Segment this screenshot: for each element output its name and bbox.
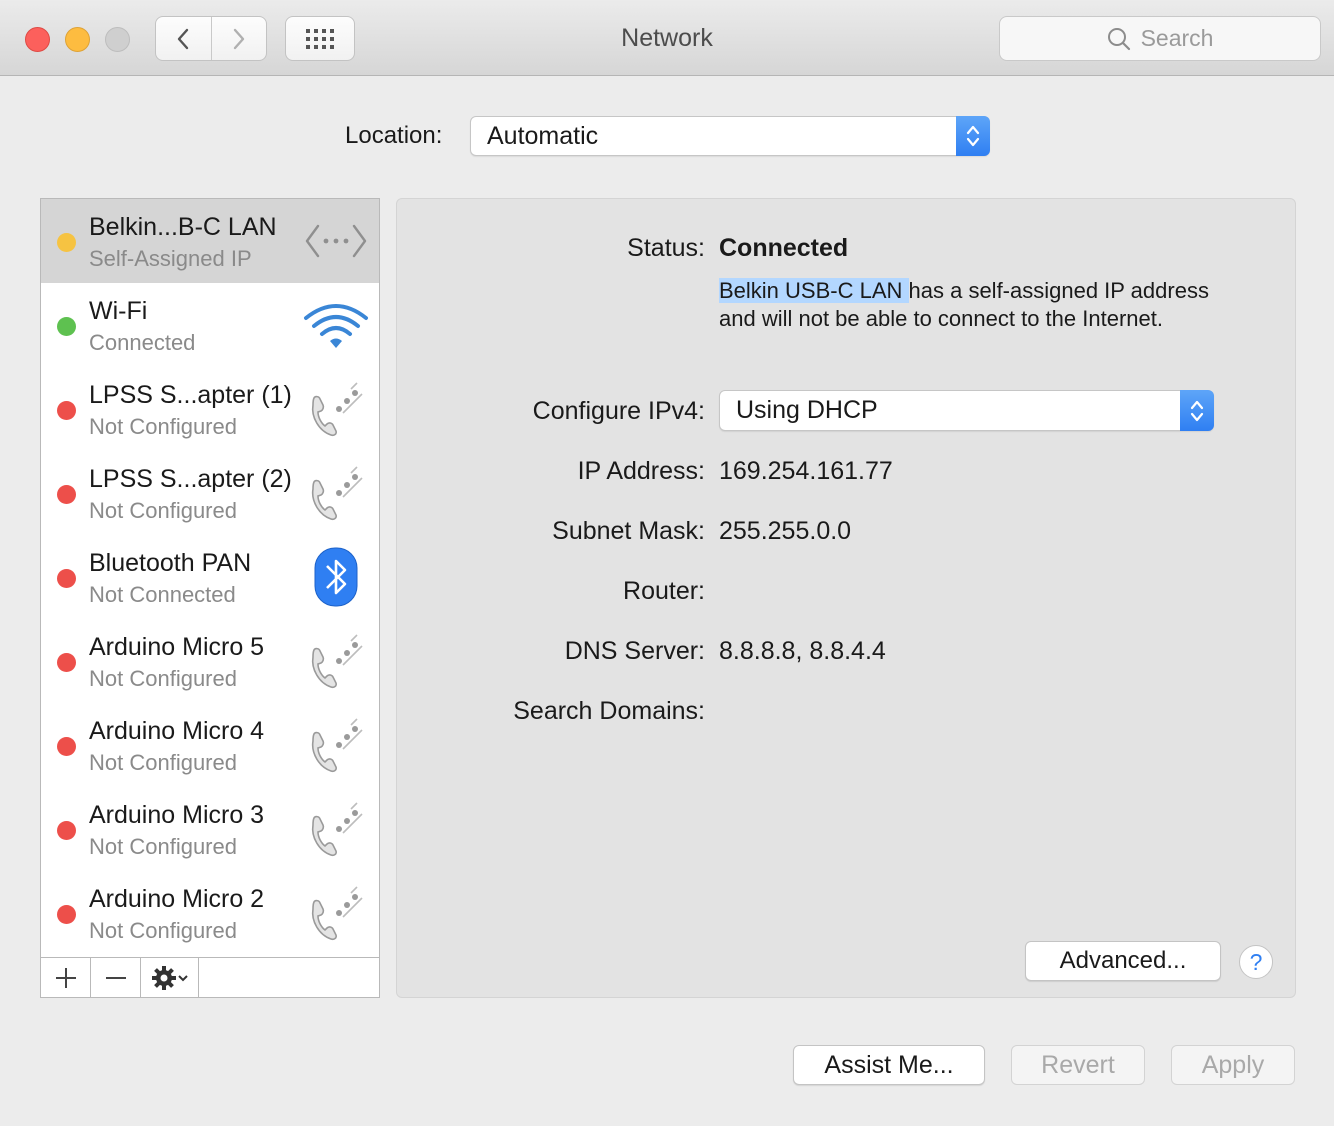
apply-button[interactable]: Apply: [1171, 1045, 1295, 1085]
location-stepper: [956, 116, 990, 156]
phone-icon: [303, 883, 369, 943]
phone-icon: [303, 715, 369, 775]
service-status: Not Configured: [89, 498, 237, 523]
remove-service-button[interactable]: [91, 958, 141, 997]
location-label: Location:: [345, 122, 443, 149]
configure-ipv4-stepper: [1180, 390, 1214, 431]
service-list-toolbar: [41, 957, 379, 997]
chevron-down-icon: [177, 974, 188, 981]
wifi-icon: [303, 295, 369, 355]
service-status: Self-Assigned IP: [89, 246, 252, 271]
service-item[interactable]: Arduino Micro 4 Not Configured: [41, 703, 379, 787]
up-down-arrows-icon: [966, 125, 980, 147]
service-item[interactable]: Belkin...B-C LAN Self-Assigned IP: [41, 199, 379, 283]
service-item[interactable]: Arduino Micro 2 Not Configured: [41, 871, 379, 955]
subnet-mask-value: 255.255.0.0: [719, 517, 852, 545]
search-icon: [1107, 27, 1130, 50]
minus-icon: [105, 976, 126, 979]
status-dot: [57, 653, 76, 672]
service-name: Bluetooth PAN: [89, 549, 252, 577]
service-status: Not Configured: [89, 414, 237, 439]
assist-me-button[interactable]: Assist Me...: [793, 1045, 985, 1085]
status-label: Status:: [627, 234, 705, 262]
service-status: Not Configured: [89, 666, 237, 691]
service-name: LPSS S...apter (2): [89, 465, 292, 493]
phone-icon: [303, 379, 369, 439]
ip-address-value: 169.254.161.77: [719, 457, 893, 485]
status-dot: [57, 821, 76, 840]
status-description: Belkin USB-C LAN has a self-assigned IP …: [719, 277, 1219, 333]
service-status: Not Configured: [89, 918, 237, 943]
status-dot: [57, 401, 76, 420]
location-select[interactable]: Automatic: [470, 116, 990, 156]
service-list: Belkin...B-C LAN Self-Assigned IP Wi-Fi Con…: [40, 198, 380, 998]
service-item[interactable]: Bluetooth PAN Not Connected: [41, 535, 379, 619]
detail-panel: Status: Connected Belkin USB-C LAN has a…: [396, 198, 1296, 998]
configure-ipv4-select[interactable]: Using DHCP: [719, 390, 1214, 431]
service-name: Arduino Micro 3: [89, 801, 265, 829]
subnet-mask-label: Subnet Mask:: [552, 517, 705, 545]
phone-icon: [303, 463, 369, 523]
service-name: Wi-Fi: [89, 297, 148, 325]
phone-icon: [303, 799, 369, 859]
action-menu-button[interactable]: [141, 958, 199, 997]
ip-address-label: IP Address:: [577, 457, 705, 485]
search-placeholder: Search: [1140, 25, 1214, 51]
status-value: Connected: [719, 234, 849, 262]
location-value: Automatic: [487, 121, 599, 150]
gear-icon: [151, 965, 176, 990]
configure-ipv4-label: Configure IPv4:: [532, 397, 705, 425]
configure-ipv4-value: Using DHCP: [736, 396, 878, 424]
service-item[interactable]: Wi-Fi Connected: [41, 283, 379, 367]
service-status: Not Configured: [89, 750, 237, 775]
service-name: Arduino Micro 4: [89, 717, 265, 745]
revert-button[interactable]: Revert: [1011, 1045, 1145, 1085]
help-button[interactable]: ?: [1239, 945, 1273, 979]
bluetooth-icon: [303, 547, 369, 607]
service-item[interactable]: Arduino Micro 5 Not Configured: [41, 619, 379, 703]
service-name: LPSS S...apter (1): [89, 381, 292, 409]
service-status: Not Configured: [89, 834, 237, 859]
title-bar: Network Search: [0, 0, 1334, 76]
dns-server-label: DNS Server:: [564, 637, 705, 665]
status-dot: [57, 485, 76, 504]
status-dot: [57, 905, 76, 924]
plus-icon: [55, 967, 76, 988]
service-status: Not Connected: [89, 582, 236, 607]
search-domains-label: Search Domains:: [513, 697, 705, 725]
status-description-highlight: Belkin USB-C LAN: [719, 278, 909, 303]
service-item[interactable]: Arduino Micro 3 Not Configured: [41, 787, 379, 871]
phone-icon: [303, 631, 369, 691]
router-label: Router:: [623, 577, 705, 605]
status-dot: [57, 317, 76, 336]
search-field[interactable]: Search: [999, 16, 1321, 61]
status-dot: [57, 737, 76, 756]
service-status: Connected: [89, 330, 196, 355]
service-item[interactable]: LPSS S...apter (1) Not Configured: [41, 367, 379, 451]
advanced-button[interactable]: Advanced...: [1025, 941, 1221, 981]
status-dot: [57, 569, 76, 588]
add-service-button[interactable]: [41, 958, 91, 997]
service-name: Arduino Micro 5: [89, 633, 265, 661]
ethernet-icon: [303, 211, 369, 271]
status-dot: [57, 233, 76, 252]
service-item[interactable]: LPSS S...apter (2) Not Configured: [41, 451, 379, 535]
dns-server-value: 8.8.8.8, 8.8.4.4: [719, 637, 886, 665]
service-name: Belkin...B-C LAN: [89, 213, 277, 241]
up-down-arrows-icon: [1190, 400, 1204, 421]
service-name: Arduino Micro 2: [89, 885, 265, 913]
